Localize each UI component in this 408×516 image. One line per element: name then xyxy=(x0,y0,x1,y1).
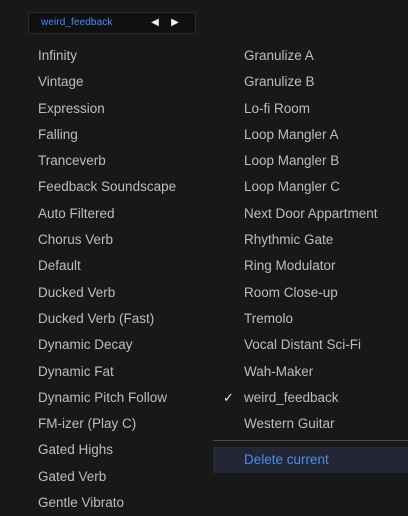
preset-label: Gated Highs xyxy=(38,442,114,458)
preset-selector[interactable]: weird_feedback ◀ ▶ xyxy=(28,12,196,34)
preset-menu-item[interactable]: Rhythmic Gate xyxy=(213,227,408,253)
preset-menu-item[interactable]: Ducked Verb xyxy=(38,280,213,306)
preset-menu-item[interactable]: Tranceverb xyxy=(38,148,213,174)
preset-menu-item[interactable]: Feedback Soundscape xyxy=(38,174,213,200)
preset-menu-item[interactable]: FM-izer (Play C) xyxy=(38,411,213,437)
preset-label: Ring Modulator xyxy=(244,258,336,274)
preset-label: Chorus Verb xyxy=(38,232,114,248)
next-preset-arrow-icon[interactable]: ▶ xyxy=(169,16,181,30)
previous-preset-arrow-icon[interactable]: ◀ xyxy=(149,16,161,30)
preset-list-left: Infinity Vintage Expression Falling Tranceve… xyxy=(38,43,213,516)
preset-menu-item[interactable]: Default xyxy=(38,253,213,279)
preset-menu-item[interactable]: Gentle Vibrato xyxy=(38,490,213,516)
preset-list-right: Granulize A Granulize B Lo-fi Room Loop Man… xyxy=(213,43,408,437)
preset-label: Dynamic Pitch Follow xyxy=(38,389,168,405)
preset-menu-item[interactable]: Vintage xyxy=(38,69,213,95)
preset-label: Rhythmic Gate xyxy=(244,232,334,248)
preset-label: Room Close-up xyxy=(244,284,338,300)
preset-menu-item[interactable]: Tremolo xyxy=(213,306,408,332)
preset-menu-item[interactable]: Room Close-up xyxy=(213,280,408,306)
preset-menu-item[interactable]: Gated Highs xyxy=(38,437,213,463)
preset-label: Granulize B xyxy=(244,74,315,90)
preset-menu-item[interactable]: Dynamic Fat xyxy=(38,359,213,385)
preset-label: Loop Mangler A xyxy=(244,126,339,142)
preset-label: FM-izer (Play C) xyxy=(38,416,137,432)
preset-label: Tremolo xyxy=(244,310,294,326)
preset-menu-item[interactable]: Wah-Maker xyxy=(213,359,408,385)
preset-label: Ducked Verb (Fast) xyxy=(38,310,155,326)
preset-label: Gated Verb xyxy=(38,468,107,484)
preset-label: Default xyxy=(38,258,81,274)
preset-menu-item[interactable]: Loop Mangler B xyxy=(213,148,408,174)
preset-menu-item[interactable]: Ducked Verb (Fast) xyxy=(38,306,213,332)
preset-menu-item[interactable]: Infinity xyxy=(38,43,213,69)
delete-current-menu-item[interactable]: Delete current xyxy=(213,447,408,473)
preset-label: Tranceverb xyxy=(38,153,106,169)
preset-menu-item[interactable]: Chorus Verb xyxy=(38,227,213,253)
preset-label: Wah-Maker xyxy=(244,363,314,379)
preset-label: Feedback Soundscape xyxy=(38,179,177,195)
preset-menu-item[interactable]: Auto Filtered xyxy=(38,201,213,227)
preset-label: Auto Filtered xyxy=(38,205,115,221)
preset-label: Loop Mangler C xyxy=(244,179,341,195)
preset-menu-item[interactable]: Vocal Distant Sci-Fi xyxy=(213,332,408,358)
preset-menu-item[interactable]: Granulize A xyxy=(213,43,408,69)
preset-menu-item[interactable]: Falling xyxy=(38,122,213,148)
checkmark-icon: ✓ xyxy=(223,389,234,405)
preset-menu-item[interactable]: Western Guitar xyxy=(213,411,408,437)
preset-label: Infinity xyxy=(38,48,78,63)
preset-label: Lo-fi Room xyxy=(244,100,311,116)
preset-label: Vintage xyxy=(38,74,84,90)
menu-divider xyxy=(213,440,408,441)
preset-label: Dynamic Decay xyxy=(38,337,133,353)
preset-menu-item[interactable]: ✓ weird_feedback xyxy=(213,385,408,411)
preset-label: Gentle Vibrato xyxy=(38,495,125,511)
preset-label: Western Guitar xyxy=(244,416,335,432)
preset-menu-item[interactable]: Loop Mangler C xyxy=(213,174,408,200)
preset-label: Next Door Appartment xyxy=(244,205,378,221)
preset-menu-item[interactable]: Granulize B xyxy=(213,69,408,95)
preset-label: Vocal Distant Sci-Fi xyxy=(244,337,362,353)
preset-menu-item[interactable]: Loop Mangler A xyxy=(213,122,408,148)
preset-menu: weird_feedback ◀ ▶ Infinity Vintage Expres… xyxy=(0,0,408,516)
preset-label: Expression xyxy=(38,100,105,116)
preset-label: Dynamic Fat xyxy=(38,363,114,379)
preset-menu-item[interactable]: Next Door Appartment xyxy=(213,201,408,227)
preset-menu-item[interactable]: Lo-fi Room xyxy=(213,96,408,122)
preset-label: Granulize A xyxy=(244,48,314,63)
preset-menu-item[interactable]: Ring Modulator xyxy=(213,253,408,279)
preset-label: Ducked Verb xyxy=(38,284,116,300)
preset-label: Loop Mangler B xyxy=(244,153,340,169)
preset-menu-item[interactable]: Dynamic Decay xyxy=(38,332,213,358)
current-preset-name: weird_feedback xyxy=(41,17,113,28)
preset-menu-item[interactable]: Dynamic Pitch Follow xyxy=(38,385,213,411)
preset-label: weird_feedback xyxy=(244,389,339,405)
preset-label: Falling xyxy=(38,126,78,142)
preset-menu-item[interactable]: Gated Verb xyxy=(38,464,213,490)
preset-menu-item[interactable]: Expression xyxy=(38,96,213,122)
